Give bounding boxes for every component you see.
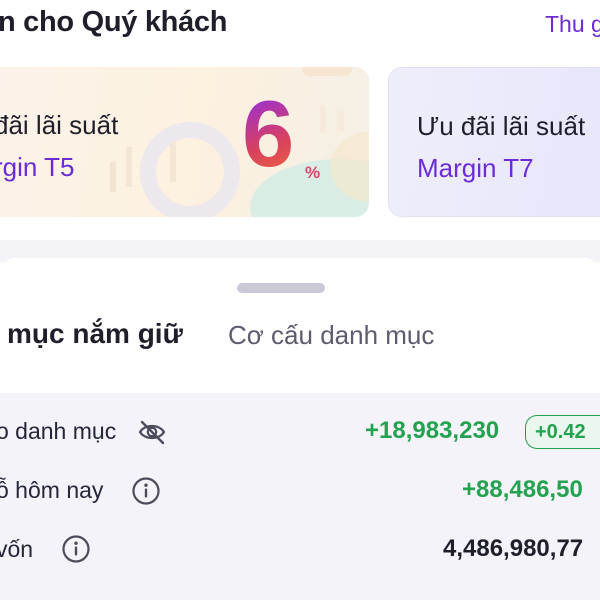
screen: n cho Quý khách Thu g đãi lãi suất rgin … — [0, 0, 600, 600]
promo-card-margin-t7[interactable]: Ưu đãi lãi suất Margin T7 — [388, 67, 600, 217]
summary-label: vốn — [0, 536, 34, 562]
profit-percent-badge: +0.42 — [525, 415, 600, 449]
summary-row-capital: vốn 4,486,980,77 — [0, 530, 600, 570]
promo-section-title: n cho Quý khách — [0, 6, 228, 38]
capital-value: 4,486,980,77 — [443, 535, 584, 562]
drag-handle[interactable] — [237, 283, 325, 293]
promo-rate-unit: % — [305, 163, 321, 182]
summary-row-today: ỗ hôm nay +88,486,50 — [0, 471, 600, 511]
promo-card-subtitle: Margin T7 — [417, 153, 534, 183]
portfolio-sheet: mục nắm giữ Cơ cấu danh mục o danh mục +… — [0, 258, 600, 600]
tab-portfolio-structure[interactable]: Cơ cấu danh mục — [228, 320, 434, 351]
eye-slash-icon[interactable] — [137, 419, 167, 450]
promo-card-title: Ưu đãi lãi suất — [417, 111, 586, 141]
promo-rate-value: 6 — [242, 81, 295, 186]
summary-label: o danh mục — [0, 418, 117, 444]
portfolio-summary: o danh mục +18,983,230 +0.42 ỗ hôm nay +… — [0, 393, 600, 600]
info-icon[interactable] — [61, 534, 91, 569]
info-icon[interactable] — [131, 476, 161, 511]
today-profit-value: +88,486,50 — [462, 476, 583, 503]
promo-card-margin-t5[interactable]: đãi lãi suất rgin T5 6 % — [0, 67, 369, 217]
summary-label: ỗ hôm nay — [0, 477, 104, 503]
summary-row-portfolio: o danh mục +18,983,230 +0.42 — [0, 412, 600, 452]
promo-card-title: đãi lãi suất — [0, 110, 119, 140]
tab-holdings[interactable]: mục nắm giữ — [7, 318, 183, 350]
decorative-background-graphic — [110, 67, 369, 217]
promo-card-subtitle: rgin T5 — [0, 152, 75, 182]
portfolio-profit-value: +18,983,230 — [365, 417, 500, 444]
collapse-link[interactable]: Thu g — [545, 11, 600, 38]
